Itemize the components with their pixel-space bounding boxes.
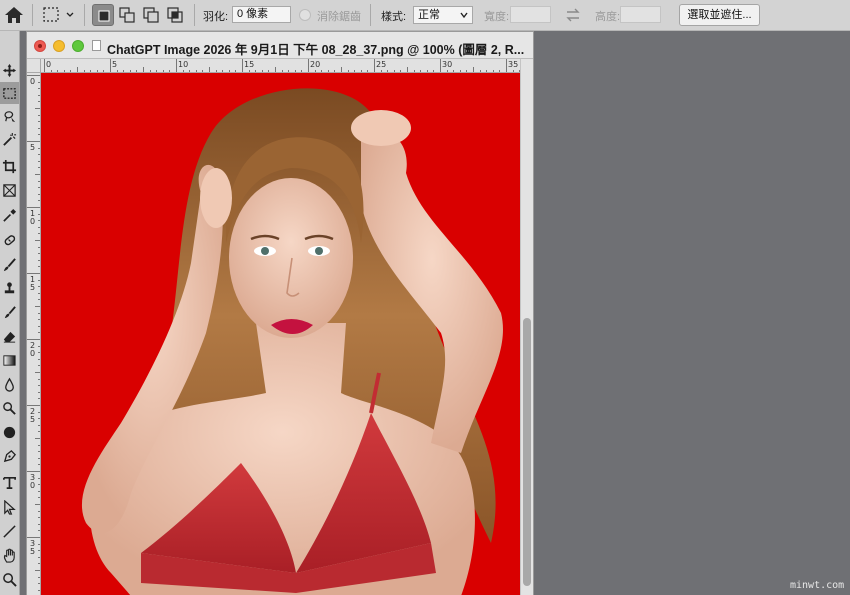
chevron-down-icon (460, 12, 468, 19)
ruler-tick (44, 59, 45, 72)
ruler-label: 30 (442, 60, 453, 69)
ruler-label: 5 (30, 283, 36, 292)
watermark-text: minwt.com (790, 580, 845, 591)
ruler-tick (27, 75, 40, 76)
frame-icon[interactable] (0, 179, 19, 201)
feather-label: 羽化: (203, 11, 229, 23)
path-select-icon[interactable] (0, 496, 19, 518)
portrait-image (41, 73, 520, 595)
ruler-label: 5 (112, 60, 118, 69)
hand-icon[interactable] (0, 544, 19, 566)
ruler-label: 0 (30, 77, 36, 86)
zoom-icon[interactable] (0, 568, 19, 590)
minimize-window-button[interactable] (53, 40, 65, 52)
ruler-tick (440, 59, 441, 72)
brush-icon[interactable] (0, 253, 19, 275)
ruler-tick (374, 59, 375, 72)
width-label: 寬度: (484, 11, 510, 23)
style-select-value: 正常 (418, 9, 440, 21)
vertical-scroll-thumb[interactable] (523, 318, 531, 586)
ruler-tick (27, 471, 40, 472)
healing-brush-icon[interactable] (0, 229, 19, 251)
divider (32, 4, 33, 26)
ruler-label: 10 (178, 60, 189, 69)
width-input[interactable] (510, 6, 551, 23)
options-bar: 羽化: 0 像素 消除鋸齒 樣式: 正常 寬度: 高度: 選取並遮住... (0, 0, 850, 31)
divider (194, 4, 195, 26)
antialias-checkbox[interactable] (299, 9, 311, 21)
ruler-tick (110, 59, 111, 72)
sponge-icon[interactable] (0, 421, 19, 443)
ruler-tick (27, 405, 40, 406)
height-input[interactable] (620, 6, 661, 23)
gradient-icon[interactable] (0, 349, 19, 371)
ruler-label: 0 (30, 217, 36, 226)
ruler-tick (27, 207, 40, 208)
blur-icon[interactable] (0, 373, 19, 395)
style-label: 樣式: (381, 11, 407, 23)
ruler-label: 5 (30, 143, 36, 152)
rect-marquee-icon[interactable] (0, 82, 19, 104)
move-icon[interactable] (0, 59, 19, 81)
history-brush-icon[interactable] (0, 301, 19, 323)
divider (84, 4, 85, 26)
horizontal-ruler[interactable]: 0 5 10 15 20 25 30 35 (41, 59, 520, 73)
subtract-from-selection-button[interactable] (140, 4, 162, 26)
magic-wand-icon[interactable] (0, 128, 19, 150)
dodge-icon[interactable] (0, 397, 19, 419)
new-selection-button[interactable] (92, 4, 114, 26)
clone-stamp-icon[interactable] (0, 277, 19, 299)
swap-dimensions-icon[interactable] (565, 7, 581, 23)
document-icon (92, 40, 101, 51)
style-select[interactable]: 正常 (413, 6, 473, 24)
vertical-ruler[interactable]: 05101520253035 (27, 73, 41, 595)
feather-input[interactable]: 0 像素 (232, 6, 291, 23)
ruler-origin[interactable] (27, 59, 41, 73)
close-window-button[interactable] (34, 40, 46, 52)
ruler-tick (27, 141, 40, 142)
document-titlebar[interactable]: ChatGPT Image 2026 年 9月1日 下午 08_28_37.pn… (27, 32, 533, 59)
ruler-label: 0 (46, 60, 52, 69)
ruler-tick (27, 537, 40, 538)
ruler-label: 25 (376, 60, 387, 69)
document-title: ChatGPT Image 2026 年 9月1日 下午 08_28_37.pn… (107, 43, 525, 57)
tools-panel (0, 31, 20, 595)
ruler-tick (242, 59, 243, 72)
ruler-tick (308, 59, 309, 72)
ruler-label: 35 (508, 60, 519, 69)
eyedropper-icon[interactable] (0, 204, 19, 226)
ruler-tick (176, 59, 177, 72)
document-window: ChatGPT Image 2026 年 9月1日 下午 08_28_37.pn… (26, 31, 534, 595)
add-to-selection-button[interactable] (116, 4, 138, 26)
zoom-window-button[interactable] (72, 40, 84, 52)
crop-icon[interactable] (0, 155, 19, 177)
ruler-label: 0 (30, 349, 36, 358)
home-icon[interactable] (3, 5, 25, 25)
line-icon[interactable] (0, 520, 19, 542)
ruler-label: 20 (310, 60, 321, 69)
antialias-label: 消除鋸齒 (317, 11, 361, 23)
ruler-label: 5 (30, 547, 36, 556)
divider (370, 4, 371, 26)
ruler-label: 0 (30, 481, 36, 490)
ruler-tick (27, 273, 40, 274)
vertical-scrollbar[interactable] (520, 59, 533, 595)
ruler-label: 15 (244, 60, 255, 69)
tool-preset-picker[interactable] (42, 6, 76, 24)
ruler-tick (27, 339, 40, 340)
ruler-tick (506, 59, 507, 72)
ruler-label: 5 (30, 415, 36, 424)
type-icon[interactable] (0, 471, 19, 493)
image-canvas[interactable] (41, 73, 520, 595)
select-and-mask-button[interactable]: 選取並遮住... (679, 4, 760, 26)
eraser-icon[interactable] (0, 325, 19, 347)
height-label: 高度: (595, 11, 621, 23)
intersect-selection-button[interactable] (164, 4, 186, 26)
lasso-icon[interactable] (0, 105, 19, 127)
pen-icon[interactable] (0, 445, 19, 467)
